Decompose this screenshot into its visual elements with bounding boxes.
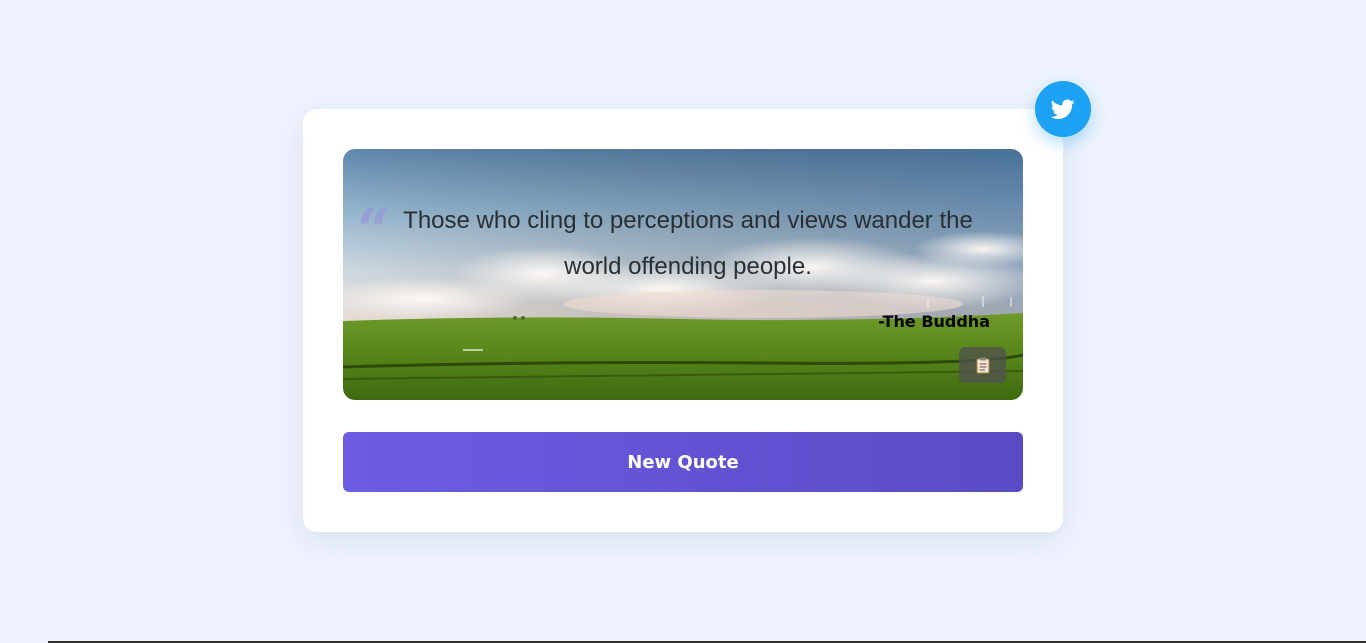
copy-button[interactable] (959, 347, 1006, 383)
tweet-button[interactable] (1035, 81, 1091, 137)
new-quote-button[interactable]: New Quote (343, 432, 1023, 492)
quote-panel: “ Those who cling to perceptions and vie… (343, 149, 1023, 400)
quote-card: “ Those who cling to perceptions and vie… (303, 109, 1063, 532)
clipboard-icon (976, 357, 989, 373)
twitter-bird-icon (1051, 99, 1075, 119)
quote-text: Those who cling to perceptions and views… (403, 207, 973, 280)
quote-author: -The Buddha (878, 312, 990, 331)
